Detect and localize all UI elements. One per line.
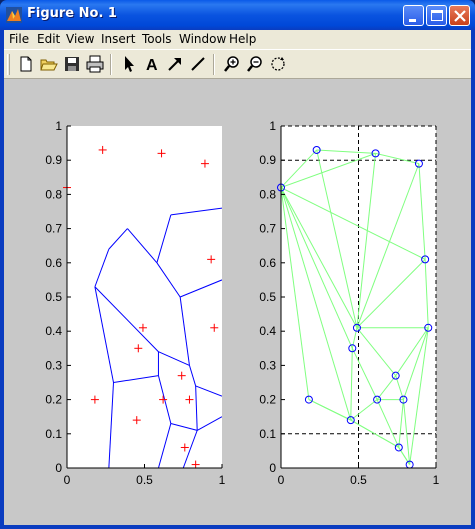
menu-bar: File Edit View Insert Tools Window Help — [4, 30, 471, 49]
print-icon[interactable] — [85, 54, 105, 74]
window-border-bottom — [0, 525, 475, 529]
toolbar-separator — [213, 54, 215, 75]
window-border-right — [471, 30, 475, 529]
x-tick-label: 1 — [433, 473, 440, 487]
insert-arrow-icon[interactable] — [165, 54, 185, 74]
maximize-button[interactable] — [426, 5, 447, 26]
x-tick-label: 0.5 — [350, 473, 367, 487]
window-title: Figure No. 1 — [27, 6, 117, 21]
plots-svg: 00.10.20.30.40.50.60.70.80.910 0.5 1 00.10… — [45, 119, 439, 487]
menu-help[interactable]: Help — [229, 32, 256, 46]
y-tick-label: 0.7 — [259, 222, 276, 236]
y-tick-label: 0 — [269, 461, 276, 475]
rotate-icon[interactable] — [268, 54, 288, 74]
y-tick-label: 0.4 — [45, 324, 62, 338]
zoom-out-icon[interactable] — [245, 54, 265, 74]
axes-voronoi: 0 0.1 0.2 0.3 0.4 0.5 0.6 0.7 0.8 0.9 1 0 0.5 1 — [45, 119, 225, 487]
matlab-icon — [6, 7, 22, 23]
y-tick-label: 0.3 — [45, 358, 62, 372]
y-tick-label: 0.6 — [259, 256, 276, 270]
open-folder-icon[interactable] — [39, 54, 59, 74]
menu-insert[interactable]: Insert — [101, 32, 135, 46]
insert-line-icon[interactable] — [188, 54, 208, 74]
figure-toolbar: A — [4, 49, 471, 79]
y-tick-label: 0.8 — [259, 187, 276, 201]
menu-edit[interactable]: Edit — [37, 32, 60, 46]
zoom-in-icon[interactable] — [222, 54, 242, 74]
figure-canvas: 0 0.1 0.2 0.3 0.4 0.5 0.6 0.7 0.8 0.9 1 0 0.5 1 0 0.1 0… — [4, 79, 471, 525]
title-bar[interactable]: Figure No. 1 — [0, 0, 475, 30]
close-button[interactable] — [449, 5, 470, 26]
y-tick-label: 0.5 — [45, 290, 62, 304]
y-tick-label: 0.8 — [45, 187, 62, 201]
maximize-icon — [431, 10, 443, 21]
y-tick-label: 1 — [55, 119, 62, 133]
close-icon — [454, 10, 466, 22]
insert-text-icon[interactable]: A — [142, 54, 162, 74]
y-tick-label: 0.4 — [259, 324, 276, 338]
x-tick-label: 0 — [64, 473, 71, 487]
axes-background — [67, 126, 222, 468]
menu-view[interactable]: View — [66, 32, 94, 46]
y-tick-label: 0.2 — [45, 393, 62, 407]
y-tick-label: 0 — [55, 461, 62, 475]
y-tick-label: 1 — [269, 119, 276, 133]
select-arrow-icon[interactable] — [119, 54, 139, 74]
y-tick-label: 0.1 — [45, 427, 62, 441]
y-tick-label: 0.3 — [259, 358, 276, 372]
y-tick-label: 0.1 — [259, 427, 276, 441]
y-tick-label: 0.9 — [45, 153, 62, 167]
menu-window[interactable]: Window — [179, 32, 226, 46]
axes-delaunay: 0 0.1 0.2 0.3 0.4 0.5 0.6 0.7 0.8 0.9 1 0 0.5 1 — [259, 119, 439, 487]
y-tick-label: 0.9 — [259, 153, 276, 167]
menu-tools[interactable]: Tools — [142, 32, 172, 46]
client-area: File Edit View Insert Tools Window Help … — [4, 30, 471, 525]
minimize-icon — [409, 19, 416, 22]
y-tick-label: 0.7 — [45, 222, 62, 236]
menu-file[interactable]: File — [9, 32, 29, 46]
y-tick-label: 0.6 — [45, 256, 62, 270]
y-tick-label: 0.5 — [259, 290, 276, 304]
minimize-button[interactable] — [403, 5, 424, 26]
figure-window: Figure No. 1 File Edit View Insert Tools… — [0, 0, 475, 529]
toolbar-grip[interactable] — [7, 54, 10, 75]
y-tick-label: 0.2 — [259, 393, 276, 407]
save-icon[interactable] — [62, 54, 82, 74]
x-tick-label: 0 — [278, 473, 285, 487]
svg-text:A: A — [146, 57, 158, 74]
toolbar-separator — [110, 54, 112, 75]
new-file-icon[interactable] — [16, 54, 36, 74]
x-tick-label: 0.5 — [136, 473, 153, 487]
x-tick-label: 1 — [219, 473, 226, 487]
